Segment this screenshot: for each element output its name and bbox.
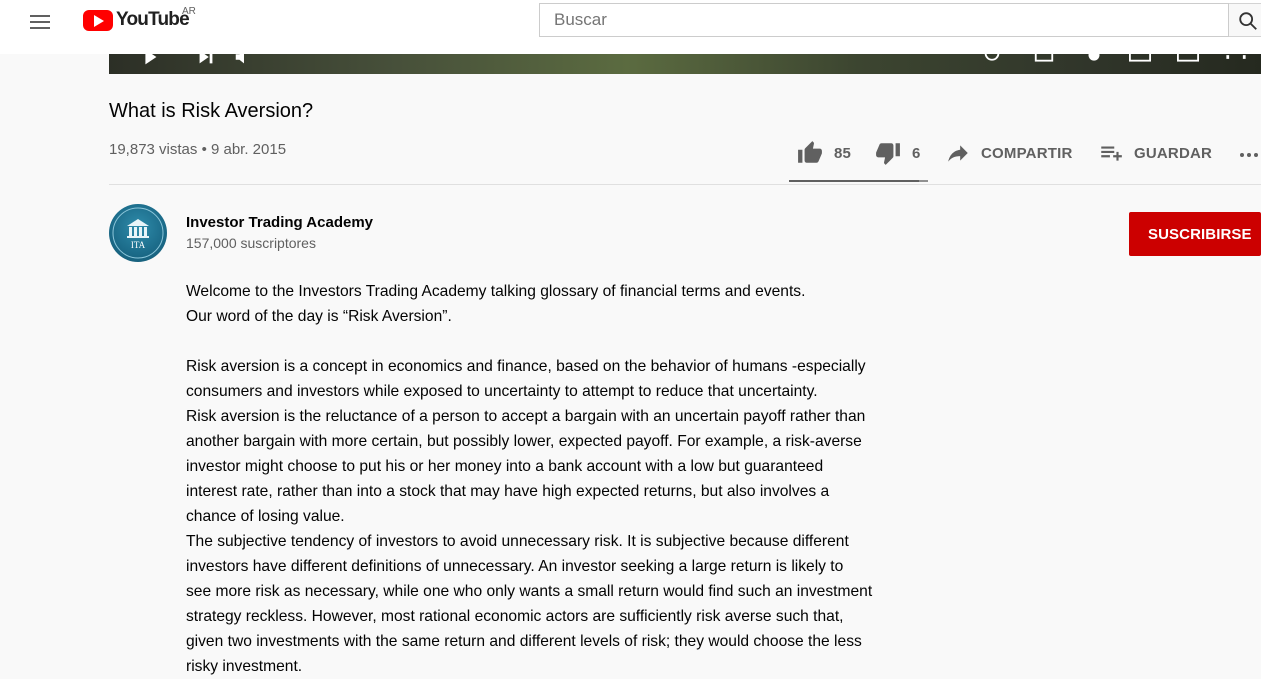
dislike-button[interactable]: 6	[874, 140, 921, 166]
playlist-add-icon	[1101, 146, 1122, 161]
hamburger-icon[interactable]	[28, 10, 54, 32]
description-line: strategy reckless. However, most rationa…	[186, 608, 844, 625]
save-label: GUARDAR	[1134, 144, 1213, 162]
play-icon[interactable]	[139, 54, 161, 68]
search-button[interactable]	[1229, 3, 1261, 37]
description-line: The subjective tendency of investors to …	[186, 533, 849, 550]
more-horizontal-icon	[1240, 153, 1258, 157]
description-line: consumers and investors while exposed to…	[186, 383, 818, 400]
avatar-initials: ITA	[131, 240, 146, 250]
subtitles-icon[interactable]	[1033, 54, 1055, 68]
more-actions-button[interactable]	[1237, 140, 1261, 166]
like-ratio-bar	[789, 180, 928, 182]
video-description: Welcome to the Investors Trading Academy…	[186, 279, 946, 679]
subscribe-button[interactable]: SUSCRIBIRSE	[1129, 212, 1261, 256]
video-player[interactable]	[109, 54, 1261, 74]
masthead: YouTube AR	[0, 0, 1261, 54]
share-button[interactable]: COMPARTIR	[945, 140, 1073, 166]
share-arrow-icon	[948, 145, 968, 162]
theater-mode-icon[interactable]	[1175, 54, 1201, 68]
save-button[interactable]: GUARDAR	[1098, 140, 1212, 166]
fullscreen-icon[interactable]	[1225, 54, 1247, 68]
country-code: AR	[182, 6, 196, 17]
dislike-count: 6	[912, 144, 921, 162]
miniplayer-icon[interactable]	[1127, 54, 1153, 68]
channel-avatar[interactable]: ITA	[109, 204, 167, 262]
divider	[109, 184, 1261, 185]
description-line: investor might choose to put his or her …	[186, 458, 824, 475]
settings-gear-icon[interactable]	[1083, 54, 1105, 68]
description-line: risky investment.	[186, 658, 303, 675]
youtube-logo[interactable]: YouTube	[83, 7, 190, 33]
description-line	[186, 329, 946, 354]
description-line: chance of losing value.	[186, 508, 345, 525]
video-actions: 85 6 COMPARTIR GUARDAR	[0, 140, 1261, 170]
description-line: Our word of the day is “Risk Aversion”.	[186, 308, 452, 325]
youtube-play-logo-icon	[83, 9, 113, 31]
volume-icon[interactable]	[233, 54, 255, 68]
description-line: Risk aversion is a concept in economics …	[186, 358, 866, 375]
search-input[interactable]	[539, 3, 1229, 37]
thumbs-down-icon	[876, 143, 900, 165]
description-line: given two investments with the same retu…	[186, 633, 862, 650]
logo-text: YouTube	[116, 9, 190, 30]
like-button[interactable]: 85	[796, 140, 851, 166]
next-icon[interactable]	[195, 54, 217, 68]
subscriber-count: 157,000 suscriptores	[186, 235, 316, 251]
channel-name[interactable]: Investor Trading Academy	[186, 214, 373, 231]
video-title: What is Risk Aversion?	[109, 100, 314, 122]
share-label: COMPARTIR	[981, 144, 1073, 162]
academy-logo-icon: ITA	[112, 207, 164, 259]
like-ratio-fill	[789, 180, 919, 182]
like-count: 85	[834, 144, 852, 162]
autoplay-toggle-icon[interactable]	[981, 54, 1003, 68]
description-line: Risk aversion is the reluctance of a per…	[186, 408, 866, 425]
description-line: Welcome to the Investors Trading Academy…	[186, 283, 806, 300]
thumbs-up-icon	[798, 141, 822, 163]
description-line: another bargain with more certain, but p…	[186, 433, 862, 450]
description-line: investors have different definitions of …	[186, 558, 844, 575]
description-line: interest rate, rather than into a stock …	[186, 483, 830, 500]
description-line: see more risk as necessary, while one wh…	[186, 583, 873, 600]
search-icon	[1239, 12, 1257, 30]
